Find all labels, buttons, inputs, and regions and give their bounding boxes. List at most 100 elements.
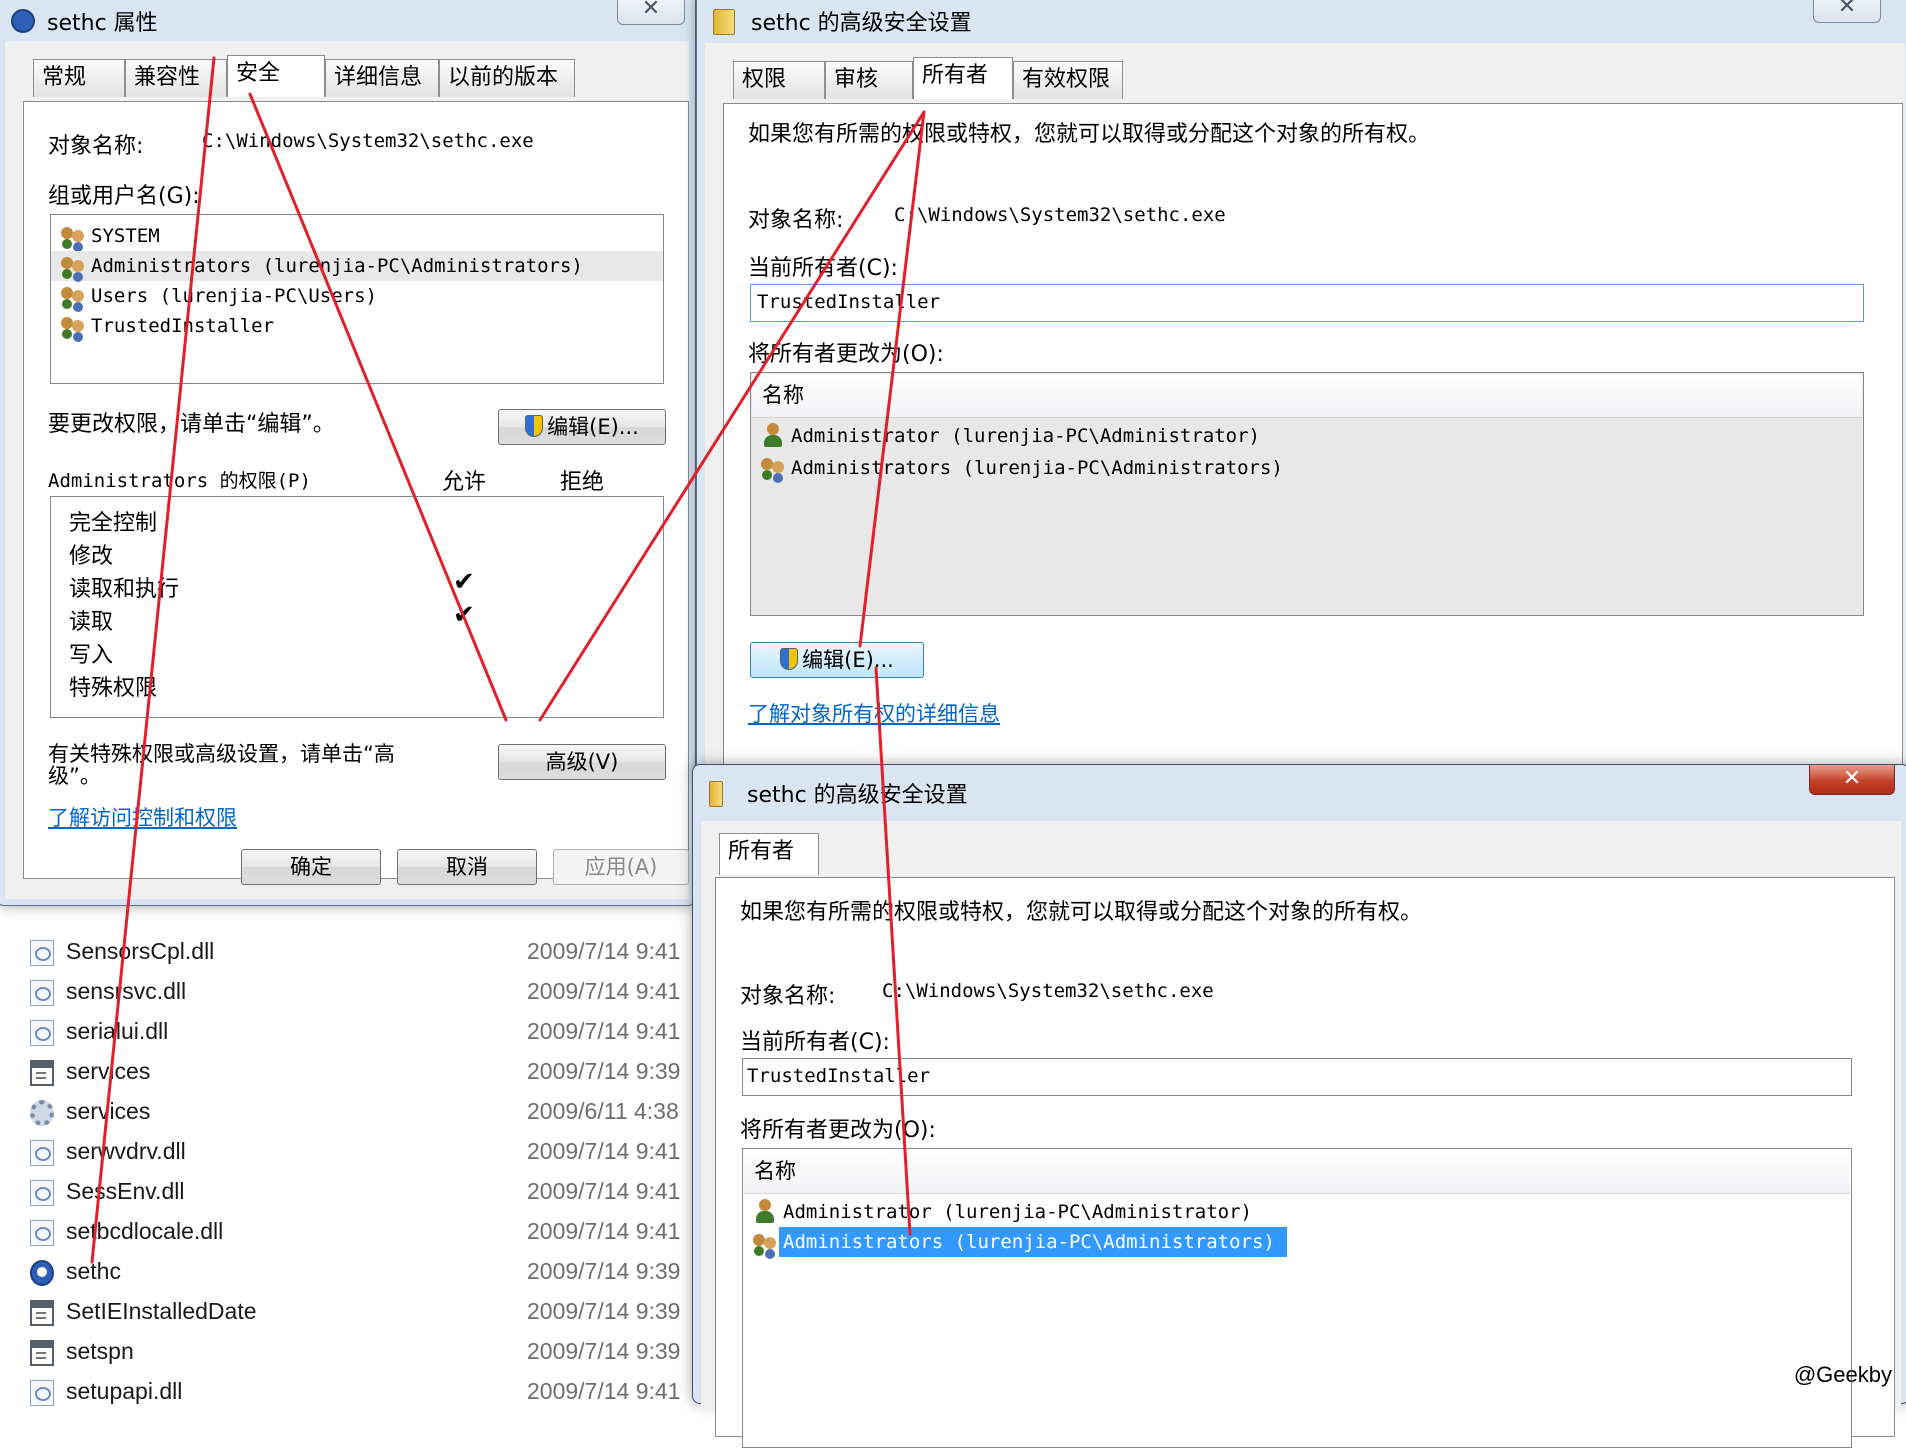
file-row[interactable]: SetIEInstalledDate 2009/7/14 9:39 [0,1292,700,1332]
advanced-button[interactable]: 高级(V) [498,744,666,780]
current-owner-value: TrustedInstaller [757,291,941,313]
owner-candidates-list[interactable]: 名称 Administrator (lurenjia-PC\Administra… [750,372,1864,616]
file-row[interactable]: serialui.dll 2009/7/14 9:41 [0,1012,700,1052]
tab-compatibility[interactable]: 兼容性 [125,59,227,97]
list-item-selected[interactable]: Administrators (lurenjia-PC\Administrato… [743,1227,1851,1259]
current-owner-value: TrustedInstaller [747,1065,931,1087]
permission-item: 写入 [69,643,114,668]
file-name: services [66,1058,151,1084]
tab-owner[interactable]: 所有者 [719,833,819,875]
tab-owner[interactable]: 所有者 [913,57,1013,99]
owner-entry: Administrator (lurenjia-PC\Administrator… [791,425,1260,447]
file-row[interactable]: SensorsCpl.dll 2009/7/14 9:41 [0,932,700,972]
user-list[interactable]: SYSTEM Administrators (lurenjia-PC\Admin… [50,214,664,384]
file-name: serialui.dll [66,1018,169,1044]
learn-ownership-link[interactable]: 了解对象所有权的详细信息 [748,698,1000,728]
sethc-app-icon [30,1260,54,1286]
tab-previous-versions[interactable]: 以前的版本 [439,59,575,97]
user-name: Users (lurenjia-PC\Users) [91,285,377,307]
file-row[interactable]: services 2009/7/14 9:39 [0,1052,700,1092]
file-name: setbcdlocale.dll [66,1218,224,1244]
list-item[interactable]: TrustedInstaller [51,311,663,341]
advanced-client: 权限 审核 所有者 有效权限 如果您有所需的权限或特权，您就可以取得或分配这个对… [705,43,1905,803]
file-name: SessEnv.dll [66,1178,185,1204]
dll-file-icon [30,1180,54,1206]
edit-button-label: 编辑(E)... [547,415,639,439]
current-owner-field[interactable]: TrustedInstaller [750,284,1864,322]
users-icon [61,255,87,277]
file-row[interactable]: setspn 2009/7/14 9:39 [0,1332,700,1372]
group-label: 组或用户名(G): [48,184,200,209]
file-row[interactable]: sensrsvc.dll 2009/7/14 9:41 [0,972,700,1012]
allow-check-icon: ✔ [453,600,475,630]
file-row[interactable]: setupapi.dll 2009/7/14 9:41 [0,1372,700,1412]
file-row-sethc[interactable]: sethc 2009/7/14 9:39 [0,1252,700,1292]
security-panel: 对象名称: C:\Windows\System32\sethc.exe 组或用户… [23,101,689,879]
tab-effective-permissions[interactable]: 有效权限 [1013,61,1123,99]
edit-owner-button[interactable]: 编辑(E)... [750,642,924,678]
close-icon[interactable]: ✕ [1813,0,1881,23]
advanced-security-owner-window: sethc 的高级安全设置 ✕ 所有者 如果您有所需的权限或特权，您就可以取得或… [692,764,1906,1448]
file-row[interactable]: SessEnv.dll 2009/7/14 9:41 [0,1172,700,1212]
file-name: sethc [66,1258,121,1284]
file-name: SetIEInstalledDate [66,1298,257,1324]
owner-candidates-list[interactable]: 名称 Administrator (lurenjia-PC\Administra… [742,1148,1852,1448]
close-icon[interactable]: ✕ [1809,765,1895,795]
file-date: 2009/7/14 9:41 [527,938,681,964]
permission-item: 完全控制 [69,511,158,536]
tab-strip: 权限 审核 所有者 有效权限 [733,57,1433,105]
users-icon [61,285,87,307]
user-icon [755,1199,775,1223]
list-item[interactable]: Users (lurenjia-PC\Users) [51,281,663,311]
permissions-list[interactable]: 完全控制 修改 读取和执行 读取 写入 特殊权限 ✔ ✔ [50,496,664,718]
deny-header: 拒绝 [560,470,605,495]
tab-details[interactable]: 详细信息 [325,59,439,97]
file-date: 2009/7/14 9:39 [527,1258,681,1284]
folder-icon [713,9,735,35]
owner-entry: Administrators (lurenjia-PC\Administrato… [791,457,1283,479]
list-item[interactable]: Administrator (lurenjia-PC\Administrator… [743,1195,1851,1227]
owner-entry-selected: Administrators (lurenjia-PC\Administrato… [779,1227,1287,1257]
users-icon [61,225,87,247]
column-header-name[interactable]: 名称 [744,1150,1850,1194]
file-row[interactable]: services 2009/6/11 4:38 [0,1092,700,1132]
edit-hint: 要更改权限，请单击“编辑”。 [48,412,335,437]
tab-permissions[interactable]: 权限 [733,61,825,99]
change-owner-label: 将所有者更改为(O): [748,342,944,367]
file-date: 2009/7/14 9:39 [527,1058,681,1084]
tab-auditing[interactable]: 审核 [825,61,913,99]
file-date: 2009/7/14 9:41 [527,1018,681,1044]
tab-general[interactable]: 常规 [33,59,125,97]
list-item[interactable]: Administrators (lurenjia-PC\Administrato… [51,251,663,281]
users-icon [753,1232,779,1254]
file-name: sensrsvc.dll [66,978,187,1004]
current-owner-field[interactable]: TrustedInstaller [742,1058,1852,1096]
learn-access-control-link[interactable]: 了解访问控制和权限 [48,802,237,832]
dll-file-icon [30,980,54,1006]
cancel-button[interactable]: 取消 [397,849,537,885]
close-icon[interactable]: ✕ [617,0,685,25]
owner-panel: 如果您有所需的权限或特权，您就可以取得或分配这个对象的所有权。 对象名称: C:… [715,877,1895,1448]
file-row[interactable]: setbcdlocale.dll 2009/7/14 9:41 [0,1212,700,1252]
permission-item: 读取和执行 [69,577,180,602]
advanced-owner-titlebar[interactable]: sethc 的高级安全设置 ✕ [693,765,1906,811]
dll-file-icon [30,1220,54,1246]
list-item[interactable]: Administrators (lurenjia-PC\Administrato… [751,451,1863,483]
list-item[interactable]: SYSTEM [51,221,663,251]
apply-button[interactable]: 应用(A) [553,849,689,885]
advanced-titlebar[interactable]: sethc 的高级安全设置 ✕ [697,0,1906,39]
column-header-name[interactable]: 名称 [752,374,1862,418]
tab-security[interactable]: 安全 [227,55,325,97]
properties-titlebar[interactable]: sethc 属性 ✕ [0,0,695,41]
sethc-app-icon [11,9,35,33]
file-date: 2009/7/14 9:41 [527,1138,681,1164]
list-item[interactable]: Administrator (lurenjia-PC\Administrator… [751,419,1863,451]
edit-button[interactable]: 编辑(E)... [498,409,666,445]
permissions-label: Administrators 的权限(P) [48,470,311,492]
file-row[interactable]: serwvdrv.dll 2009/7/14 9:41 [0,1132,700,1172]
ok-button[interactable]: 确定 [241,849,381,885]
file-name: setspn [66,1338,134,1364]
user-name: Administrators (lurenjia-PC\Administrato… [91,255,583,277]
app-window-icon [30,1060,54,1086]
dll-file-icon [30,1020,54,1046]
